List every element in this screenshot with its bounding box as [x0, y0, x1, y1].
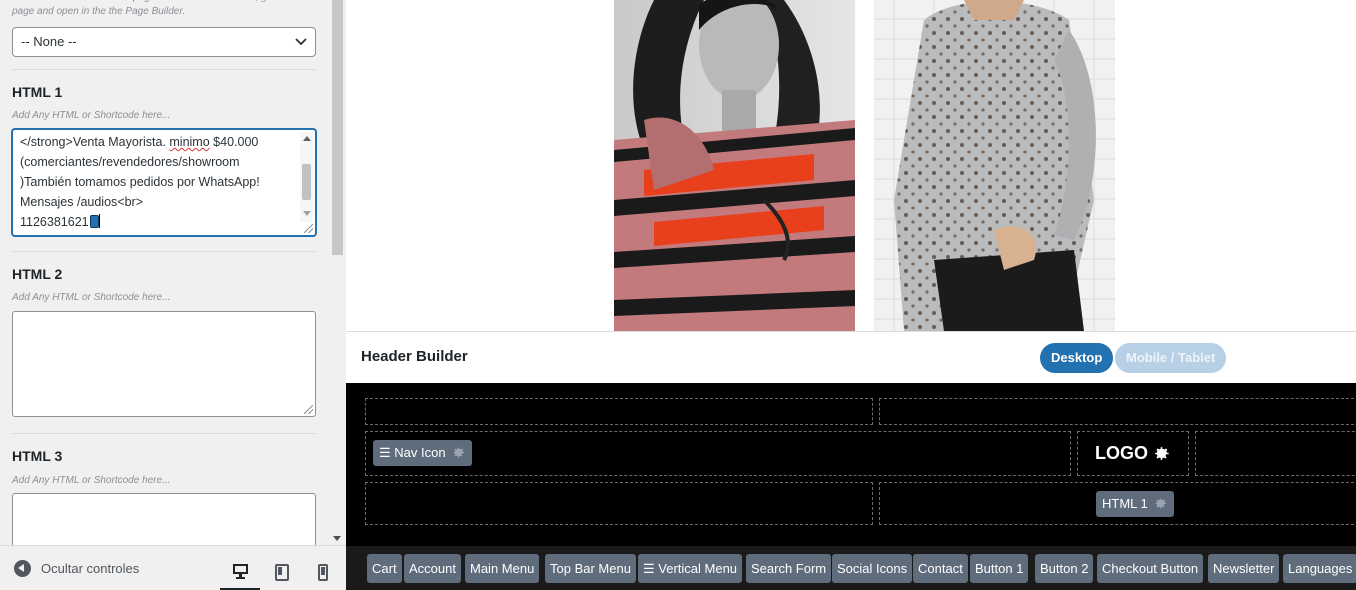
- item-main-menu[interactable]: Main Menu: [465, 554, 540, 583]
- item-newsletter[interactable]: Newsletter: [1208, 554, 1280, 583]
- product-image-striped-sweater[interactable]: [614, 0, 855, 331]
- divider: [12, 251, 316, 252]
- divider: [12, 433, 316, 434]
- textarea-scroll-thumb[interactable]: [302, 164, 311, 200]
- hide-controls-label: Ocultar controles: [41, 561, 140, 576]
- item-button-1[interactable]: Button 1: [970, 554, 1029, 583]
- sidebar-scroll-area[interactable]: Blocks can be called in the page builder…: [0, 0, 330, 545]
- product-image-striped-sweater-art: [614, 0, 855, 331]
- sidebar-scrollbar[interactable]: [330, 0, 346, 545]
- nav-icon-label: ☰ Nav Icon: [379, 445, 446, 460]
- site-preview: Header Builder Desktop Mobile / Tablet ☰…: [346, 0, 1356, 590]
- ta-line-2: (comerciantes/revendedores/showroom: [20, 155, 240, 169]
- block-select-value: -- None --: [21, 34, 77, 49]
- hide-controls-button[interactable]: Ocultar controles: [14, 560, 139, 577]
- item-button-2[interactable]: Button 2: [1035, 554, 1094, 583]
- tab-mobile-tablet[interactable]: Mobile / Tablet: [1115, 343, 1227, 373]
- ta-line-3: )También tomamos pedidos por WhatsApp!: [20, 175, 260, 189]
- resize-grip-icon[interactable]: [304, 224, 313, 233]
- divider: [12, 69, 316, 70]
- scroll-down-icon[interactable]: [333, 536, 341, 541]
- available-items-tray: Cart Account Main Menu Top Bar Menu ☰ Ve…: [346, 546, 1356, 590]
- item-account[interactable]: Account: [404, 554, 461, 583]
- product-image-grey-sweater[interactable]: [874, 0, 1115, 331]
- item-social-icons[interactable]: Social Icons: [832, 554, 913, 583]
- header-builder-title: Header Builder: [361, 348, 468, 365]
- logo-item[interactable]: LOGO: [1095, 443, 1171, 464]
- collapse-arrow-icon: [14, 560, 31, 577]
- html3-title: HTML 3: [12, 448, 63, 464]
- product-image-grey-sweater-art: [874, 0, 1115, 331]
- html1-textarea[interactable]: </strong>Venta Mayorista. minimo $40.000…: [12, 129, 316, 236]
- html1-item[interactable]: HTML 1: [1096, 491, 1175, 517]
- item-search-form[interactable]: Search Form: [746, 554, 832, 583]
- gear-icon[interactable]: [1152, 444, 1171, 463]
- html2-hint: Add Any HTML or Shortcode here...: [12, 292, 171, 303]
- blocks-note: Blocks can be called in the page builder…: [12, 0, 292, 17]
- item-top-bar-menu[interactable]: Top Bar Menu: [545, 554, 636, 583]
- item-languages[interactable]: Languages: [1283, 554, 1356, 583]
- preview-tablet-button[interactable]: [262, 554, 302, 590]
- bottom-row-left-slot[interactable]: [365, 482, 873, 525]
- resize-grip-icon[interactable]: [304, 405, 313, 414]
- main-row-right-slot[interactable]: [1195, 431, 1356, 476]
- mobile-icon: [318, 564, 328, 581]
- item-vertical-menu[interactable]: ☰ Vertical Menu: [638, 554, 743, 583]
- spelling-error-mark: minimo: [169, 135, 210, 149]
- tab-desktop[interactable]: Desktop: [1040, 343, 1114, 373]
- html1-title: HTML 1: [12, 84, 63, 100]
- desktop-icon: [232, 564, 248, 579]
- customizer-sidebar: Blocks can be called in the page builder…: [0, 0, 346, 590]
- html1-hint: Add Any HTML or Shortcode here...: [12, 110, 171, 121]
- ta-line-4: Mensajes /audios<br>: [20, 195, 143, 209]
- sidebar-scroll-thumb[interactable]: [332, 0, 343, 255]
- textarea-scrollbar[interactable]: [300, 132, 313, 222]
- preview-desktop-button[interactable]: [220, 554, 260, 590]
- gear-icon[interactable]: [451, 445, 466, 460]
- item-checkout-button[interactable]: Checkout Button: [1097, 554, 1204, 583]
- html1-item-label: HTML 1: [1102, 496, 1148, 511]
- nav-icon-item[interactable]: ☰ Nav Icon: [373, 440, 473, 466]
- customizer-footer: Ocultar controles: [0, 545, 346, 590]
- ta-line-5: 1126381621: [20, 215, 89, 229]
- preview-mobile-button[interactable]: [303, 554, 343, 590]
- item-cart[interactable]: Cart: [367, 554, 402, 583]
- top-row-left-slot[interactable]: [365, 398, 873, 425]
- block-select[interactable]: -- None --: [12, 27, 316, 57]
- html3-textarea[interactable]: [12, 493, 316, 545]
- mobile-phone-emoji-icon: [89, 215, 99, 228]
- scroll-down-icon[interactable]: [303, 211, 311, 216]
- html3-hint: Add Any HTML or Shortcode here...: [12, 475, 171, 486]
- text-caret: [98, 214, 100, 228]
- scroll-up-icon[interactable]: [303, 136, 311, 141]
- logo-label: LOGO: [1095, 443, 1148, 463]
- html1-textarea-content: </strong>Venta Mayorista. minimo $40.000…: [20, 132, 298, 232]
- gear-icon[interactable]: [1153, 496, 1168, 511]
- top-row-right-slot[interactable]: [879, 398, 1356, 425]
- tablet-icon: [275, 564, 289, 581]
- chevron-down-icon: [295, 38, 307, 46]
- header-builder-canvas: ☰ Nav Icon LOGO HTML 1 Cart Account Main…: [346, 383, 1356, 590]
- ta-line-1: </strong>Venta Mayorista. minimo $40.000: [20, 135, 259, 149]
- html2-title: HTML 2: [12, 266, 63, 282]
- html2-textarea[interactable]: [12, 311, 316, 417]
- item-contact[interactable]: Contact: [913, 554, 968, 583]
- header-builder-bar: Header Builder Desktop Mobile / Tablet: [346, 331, 1356, 383]
